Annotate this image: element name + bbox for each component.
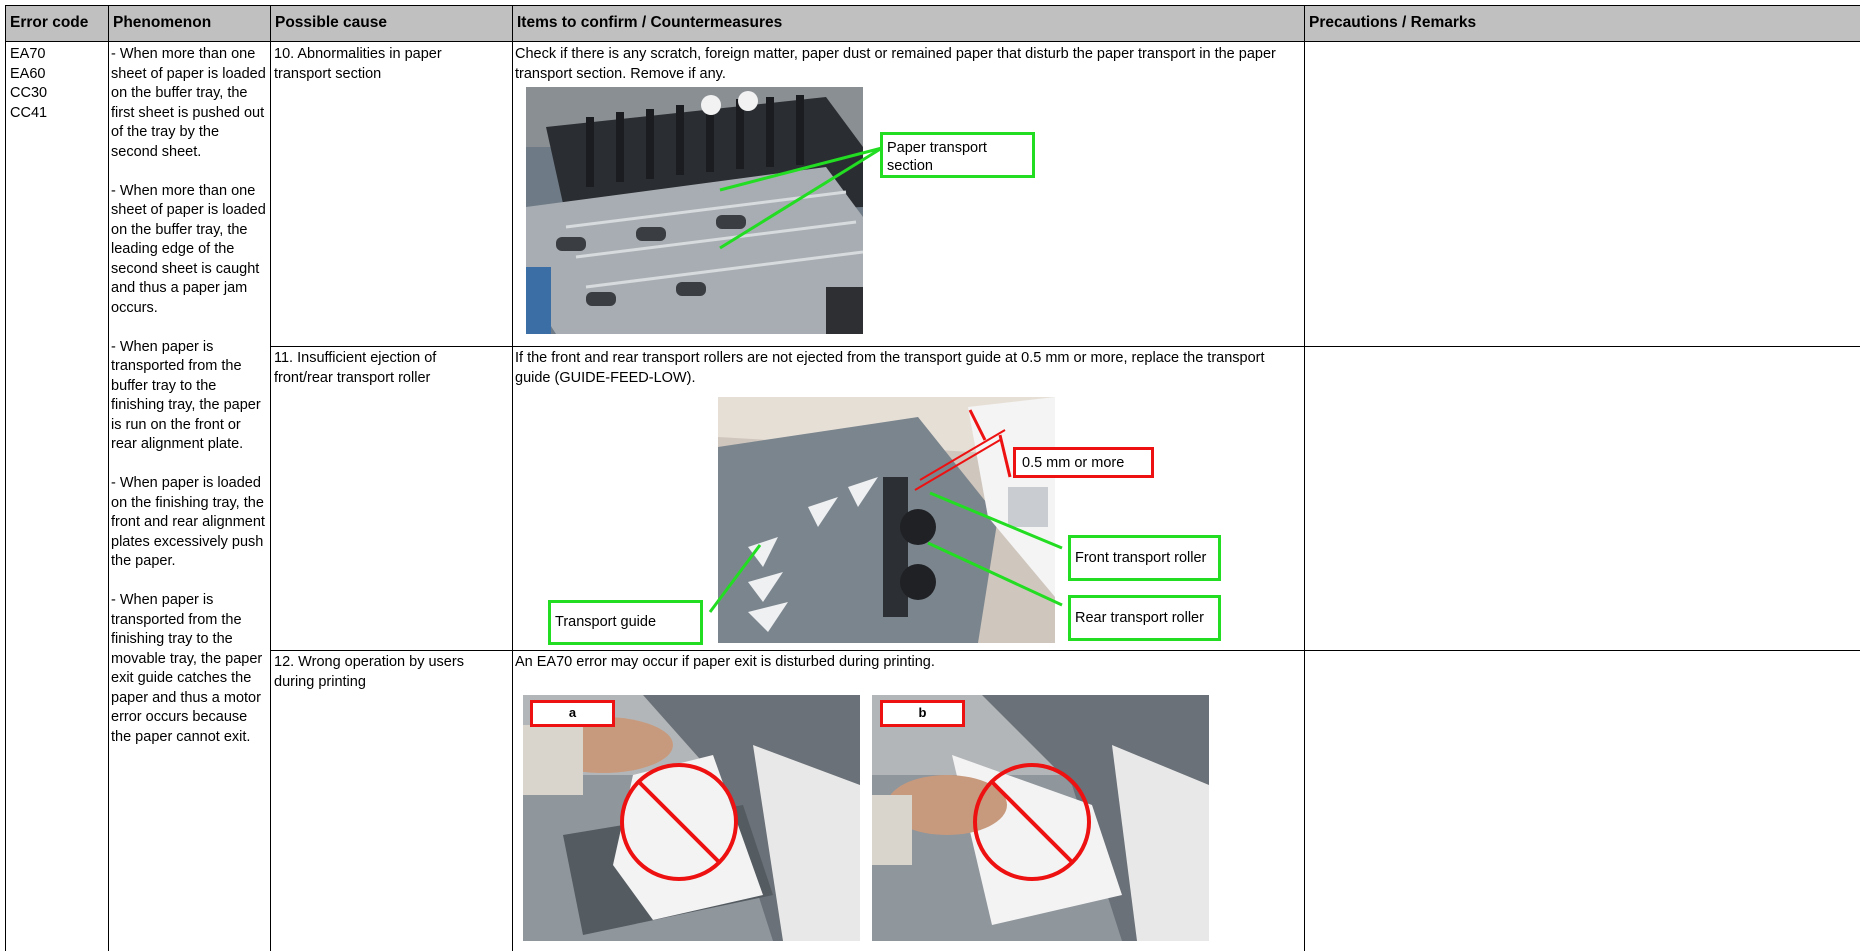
cause-11: 11. Insufficient ejection of front/rear … bbox=[274, 350, 437, 386]
countermeasure-12: An EA70 error may occur if paper exit is… bbox=[515, 654, 935, 670]
error-code: EA70 bbox=[10, 46, 46, 62]
error-code: EA60 bbox=[10, 65, 46, 82]
table-top-border bbox=[5, 5, 1860, 6]
countermeasure-10: Check if there is any scratch, foreign m… bbox=[515, 46, 1276, 81]
phenomenon-item: - When more than one sheet of paper is l… bbox=[111, 46, 266, 160]
cause-12: 12. Wrong operation by users during prin… bbox=[274, 654, 464, 690]
row-11-bottom-border bbox=[270, 650, 1860, 651]
front-transport-roller-label: Front transport roller bbox=[1068, 535, 1221, 581]
callout-leader-lines-10 bbox=[719, 146, 883, 250]
header-precautions: Precautions / Remarks bbox=[1304, 5, 1860, 41]
col-border-2 bbox=[270, 5, 271, 951]
transport-guide-label: Transport guide bbox=[548, 600, 703, 645]
error-code: CC41 bbox=[10, 104, 48, 121]
header-error-code: Error code bbox=[5, 5, 108, 41]
col-border-4 bbox=[1304, 5, 1305, 951]
phenomenon-list: - When more than one sheet of paper is l… bbox=[111, 45, 269, 747]
callout-leader-lines-11 bbox=[708, 409, 1063, 613]
phenomenon-item: - When paper is transported from the fin… bbox=[111, 592, 263, 745]
error-code: CC30 bbox=[10, 85, 48, 101]
header-items-to-confirm: Items to confirm / Countermeasures bbox=[512, 5, 1304, 41]
row-10-bottom-border bbox=[270, 346, 1860, 347]
col-border-0 bbox=[5, 5, 6, 951]
header-phenomenon: Phenomenon bbox=[108, 5, 270, 41]
tag-b: b bbox=[880, 700, 965, 727]
phenomenon-item: - When paper is loaded on the finishing … bbox=[111, 475, 265, 569]
phenomenon-item: - When more than one sheet of paper is l… bbox=[111, 182, 266, 316]
clearance-label: 0.5 mm or more bbox=[1013, 447, 1154, 478]
countermeasure-11: If the front and rear transport rollers … bbox=[515, 350, 1265, 386]
paper-transport-section-label: Paper transport section bbox=[880, 132, 1035, 178]
error-code-list: EA70 EA60 CC30 CC41 bbox=[10, 45, 105, 123]
tag-a: a bbox=[530, 700, 615, 727]
service-manual-table: Error code Phenomenon Possible cause Ite… bbox=[0, 0, 1860, 951]
col-border-3 bbox=[512, 5, 513, 951]
header-bottom-border bbox=[5, 41, 1860, 42]
col-border-1 bbox=[108, 5, 109, 951]
cause-10: 10. Abnormalities in paper transport sec… bbox=[274, 46, 442, 82]
header-possible-cause: Possible cause bbox=[270, 5, 512, 41]
wrong-operation-photo-a bbox=[523, 695, 860, 941]
phenomenon-item: - When paper is transported from the buf… bbox=[111, 338, 261, 453]
rear-transport-roller-label: Rear transport roller bbox=[1068, 595, 1221, 641]
wrong-operation-photo-b bbox=[872, 695, 1209, 941]
